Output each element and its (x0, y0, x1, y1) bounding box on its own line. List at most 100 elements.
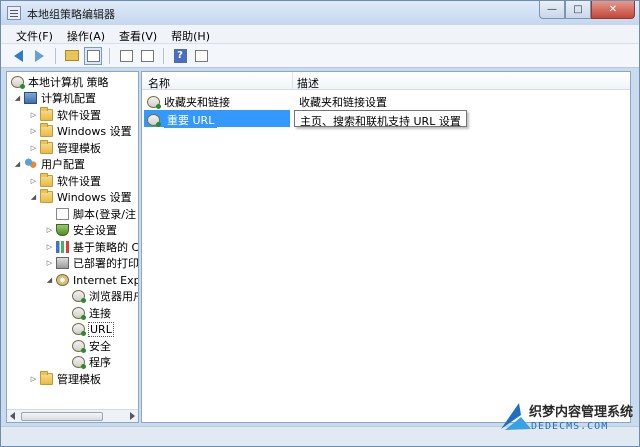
collapse-arrow-icon[interactable]: ◢ (45, 276, 54, 284)
window-title: 本地组策略编辑器 (27, 8, 115, 21)
tree-item-label: Windows 设置 (57, 191, 132, 204)
list-item-name-text: 收藏夹和链接 (164, 96, 230, 109)
close-button[interactable]: ✕ (591, 1, 635, 19)
list-item[interactable]: 收藏夹和链接 收藏夹和链接设置 (144, 92, 630, 109)
action-pane-icon (194, 49, 208, 62)
console-tree[interactable]: 本地计算机 策略 ◢ 计算机配置 ▷ 软件设置 ▷ Windows 设置 ▷ 管… (6, 71, 139, 423)
tree-item-label: 管理模板 (57, 373, 101, 386)
folder-up-icon (65, 50, 79, 61)
policy-folder-icon (147, 114, 161, 127)
expand-arrow-icon[interactable]: ▷ (29, 127, 38, 135)
forward-button[interactable] (30, 47, 48, 65)
tree-item-security-settings[interactable]: ▷ 安全设置 (45, 222, 117, 238)
expand-arrow-icon[interactable]: ▷ (29, 177, 38, 185)
tree-item-label: 用户配置 (41, 158, 85, 171)
qos-chart-icon (56, 241, 69, 253)
policy-icon (11, 76, 25, 89)
tree-item-ie-maintenance[interactable]: ◢ Internet Exp (45, 272, 138, 288)
expand-arrow-icon[interactable]: ▷ (29, 111, 38, 119)
collapse-arrow-icon[interactable]: ◢ (29, 193, 38, 201)
up-one-level-button[interactable] (63, 47, 81, 65)
tree-item-browser-ui[interactable]: 浏览器用户 (72, 288, 139, 304)
minimize-button[interactable]: — (539, 1, 565, 19)
scrollbar-thumb[interactable] (21, 412, 103, 421)
menu-file[interactable]: 文件(F) (9, 25, 60, 44)
folder-icon (40, 189, 53, 203)
folder-icon (40, 371, 53, 385)
folder-icon (40, 140, 53, 154)
users-icon (24, 158, 37, 170)
list-header: 名称 描述 (142, 72, 630, 90)
watermark-brand: 织梦内容管理系统 (529, 405, 634, 420)
tree-item-computer-config[interactable]: ◢ 计算机配置 (13, 90, 96, 106)
tree-item-software-settings[interactable]: ▷ 软件设置 (29, 107, 101, 123)
tree-item-programs[interactable]: 程序 (72, 354, 111, 370)
column-header-description[interactable]: 描述 (297, 75, 319, 91)
ie-icon (56, 274, 69, 286)
column-header-name[interactable]: 名称 (148, 75, 170, 91)
tree-item-url[interactable]: URL (72, 321, 114, 337)
help-icon: ? (173, 48, 187, 63)
menu-view[interactable]: 查看(V) (112, 25, 164, 44)
tree-item-local-computer-policy[interactable]: 本地计算机 策略 (11, 74, 109, 90)
tree-item-windows-settings[interactable]: ▷ Windows 设置 (29, 123, 132, 139)
show-action-pane-button[interactable] (192, 47, 210, 65)
description-tooltip: 主页、搜索和联机支持 URL 设置 (294, 110, 467, 128)
horizontal-scrollbar[interactable] (7, 409, 138, 422)
menu-help[interactable]: 帮助(H) (164, 25, 217, 44)
close-icon: ✕ (608, 4, 618, 15)
tree-item-user-software-settings[interactable]: ▷ 软件设置 (29, 173, 101, 189)
expand-arrow-icon[interactable]: ▷ (45, 259, 54, 267)
export-list-button[interactable] (138, 47, 156, 65)
watermark-url: DEDECMS.COM (531, 421, 609, 432)
folder-icon (40, 107, 53, 121)
tree-item-label: 软件设置 (57, 109, 101, 122)
app-icon (7, 6, 21, 20)
tree-item-admin-templates[interactable]: ▷ 管理模板 (29, 140, 101, 156)
expand-arrow-icon[interactable]: ▷ (29, 375, 38, 383)
tree-item-label: 软件设置 (57, 175, 101, 188)
scroll-right-arrow-icon[interactable] (130, 412, 135, 420)
expand-arrow-icon[interactable]: ▷ (45, 226, 54, 234)
list-item-name-text: 重要 URL (164, 112, 218, 128)
collapse-arrow-icon[interactable]: ◢ (13, 160, 22, 168)
list-item-name: 收藏夹和链接 (147, 94, 230, 110)
tree-item-user-admin-templates[interactable]: ▷ 管理模板 (29, 371, 101, 387)
expand-arrow-icon[interactable]: ▷ (45, 243, 54, 251)
security-icon (56, 224, 69, 236)
tree-item-deployed-printers[interactable]: ▷ 已部署的打印 (45, 255, 138, 271)
collapse-arrow-icon[interactable]: ◢ (13, 94, 22, 102)
column-separator[interactable] (292, 72, 293, 90)
tree-item-user-config[interactable]: ◢ 用户配置 (13, 156, 85, 172)
tree-item-label: 本地计算机 策略 (28, 76, 109, 89)
tree-item-label: 浏览器用户 (89, 290, 139, 303)
forward-arrow-icon (34, 49, 44, 62)
tree-item-label: URL (88, 321, 114, 337)
folder-icon (40, 173, 53, 187)
list-item-selected[interactable]: 重要 URL 主页、搜索和联机支持 URL 设置 (144, 110, 630, 128)
tree-item-label: Windows 设置 (57, 125, 132, 138)
properties-button[interactable] (117, 47, 135, 65)
tree-item-scripts[interactable]: 脚本(登录/注 (45, 206, 136, 222)
caption-buttons: — □ ✕ (539, 1, 635, 19)
tree-item-connection[interactable]: 连接 (72, 305, 111, 321)
tree-item-label: 基于策略的 C (73, 241, 139, 254)
back-button[interactable] (9, 47, 27, 65)
menu-action[interactable]: 操作(A) (60, 25, 112, 44)
maximize-button[interactable]: □ (565, 1, 591, 19)
details-pane[interactable]: 名称 描述 收藏夹和链接 收藏夹和链接设置 重要 URL 主页、搜索和联机支持 … (141, 71, 631, 423)
tree-item-security[interactable]: 安全 (72, 338, 111, 354)
menu-bar: 文件(F) 操作(A) 查看(V) 帮助(H) (1, 25, 639, 44)
policy-folder-icon (147, 96, 161, 109)
scroll-left-arrow-icon[interactable] (10, 412, 15, 420)
policy-folder-icon (72, 356, 86, 369)
tree-item-policy-qos[interactable]: ▷ 基于策略的 C (45, 239, 139, 255)
tree-item-label: 管理模板 (57, 142, 101, 155)
title-bar[interactable]: 本地组策略编辑器 — □ ✕ (1, 1, 639, 25)
help-button[interactable]: ? (171, 47, 189, 65)
expand-arrow-icon[interactable]: ▷ (29, 144, 38, 152)
tree-item-user-windows-settings[interactable]: ◢ Windows 设置 (29, 189, 132, 205)
show-hide-tree-button[interactable] (84, 46, 102, 65)
toolbar-separator (55, 47, 56, 64)
tree-item-label: 连接 (89, 307, 111, 320)
